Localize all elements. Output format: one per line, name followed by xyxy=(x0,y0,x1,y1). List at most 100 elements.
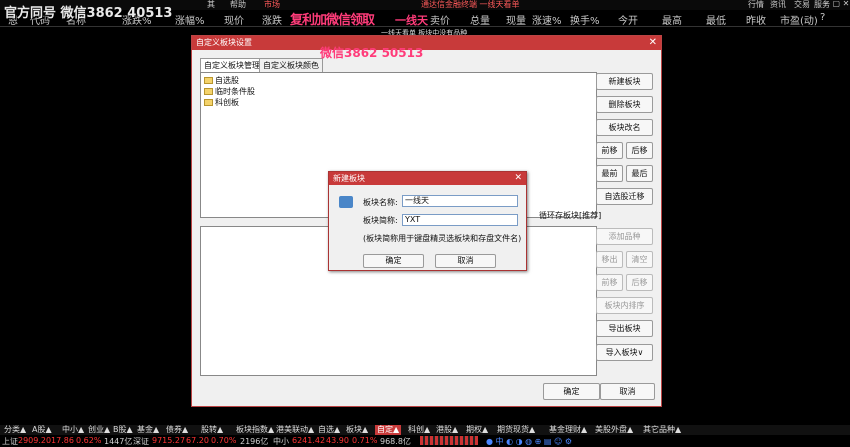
tab-bond[interactable]: 债券▲ xyxy=(166,425,188,435)
ok-button[interactable]: 确定 xyxy=(543,383,600,400)
col-cur-volume[interactable]: 现量 xyxy=(506,12,526,27)
tree-item[interactable]: 自选股 xyxy=(204,75,239,86)
sz-amount: 2196亿 xyxy=(240,437,269,446)
name-label: 板块名称: xyxy=(363,198,398,207)
folder-icon xyxy=(339,196,353,208)
tab-b-share[interactable]: B股▲ xyxy=(113,425,133,435)
tab-futures[interactable]: 期货现货▲ xyxy=(497,425,535,435)
folder-icon xyxy=(204,88,213,95)
col-price[interactable]: 现价 xyxy=(224,12,244,27)
folder-icon xyxy=(204,77,213,84)
watermark-middle: 复利加微信领取 xyxy=(290,13,375,28)
rename-block-button[interactable]: 板块改名 xyxy=(596,119,653,136)
block-name-input[interactable]: 一线天 xyxy=(402,195,518,207)
tree-item[interactable]: 临时条件股 xyxy=(204,86,255,97)
col-change[interactable]: 涨跌 xyxy=(262,12,282,27)
zx-value: 6241.42 xyxy=(292,436,326,445)
market-strength-bar xyxy=(420,436,478,445)
menu-fragment[interactable]: 其 xyxy=(207,0,215,10)
status-icons[interactable]: ● 中 ◐ ◑ ◍ ⊕ ▤ ☺ ⚙ xyxy=(486,436,572,447)
menu-quotes[interactable]: 行情 xyxy=(748,0,764,10)
menu-help[interactable]: 帮助 xyxy=(230,0,246,10)
clear-button[interactable]: 清空 xyxy=(626,251,653,268)
delete-block-button[interactable]: 删除板块 xyxy=(596,96,653,113)
tab-a-share[interactable]: A股▲ xyxy=(32,425,52,435)
tab-block-color[interactable]: 自定义板块颜色 xyxy=(259,58,323,72)
category-tab-bar: 分类▲ A股▲ 中小▲ 创业▲ B股▲ 基金▲ 债券▲ 股转▲ 板块指数▲ 港美… xyxy=(0,425,850,435)
watermark-main: 官方同号 微信3862 40513 xyxy=(4,6,173,21)
tab-custom[interactable]: 自定▲ xyxy=(375,425,402,435)
export-block-button[interactable]: 导出板块 xyxy=(596,320,653,337)
col-turnover[interactable]: 换手% xyxy=(570,12,600,27)
new-block-button[interactable]: 新建板块 xyxy=(596,73,653,90)
close-icon[interactable]: ✕ xyxy=(649,36,657,50)
tab-wealth[interactable]: 基金理财▲ xyxy=(549,425,587,435)
tab-neeq[interactable]: 股转▲ xyxy=(201,425,223,435)
col-amplitude[interactable]: 涨幅% xyxy=(175,12,205,27)
window-controls[interactable]: — ▢ ✕ xyxy=(822,0,849,9)
tab-hk[interactable]: 港股▲ xyxy=(436,425,458,435)
short-label: 板块简称: xyxy=(363,216,398,225)
col-low[interactable]: 最低 xyxy=(706,12,726,27)
sz-pct: 0.70% xyxy=(211,436,237,445)
tab-fund[interactable]: 基金▲ xyxy=(137,425,159,435)
zx-pct: 0.71% xyxy=(352,436,378,445)
tab-gem[interactable]: 创业▲ xyxy=(88,425,110,435)
save-hint[interactable]: 循环存板块[推荐] xyxy=(539,210,601,221)
cancel-button[interactable]: 取消 xyxy=(600,383,655,400)
block-short-input[interactable]: YXT xyxy=(402,214,518,226)
move-top-button[interactable]: 最前 xyxy=(596,165,623,182)
sub-cancel-button[interactable]: 取消 xyxy=(435,254,496,268)
tab-sme[interactable]: 中小▲ xyxy=(62,425,84,435)
move-prev-button[interactable]: 前移 xyxy=(596,142,623,159)
sh-change: 17.86 xyxy=(51,436,74,445)
tab-category[interactable]: 分类▲ xyxy=(4,425,26,435)
add-stock-button[interactable]: 添加品种 xyxy=(596,228,653,245)
col-open[interactable]: 今开 xyxy=(618,12,638,27)
move-next-button[interactable]: 后移 xyxy=(626,142,653,159)
tab-options[interactable]: 期权▲ xyxy=(466,425,488,435)
folder-icon xyxy=(204,99,213,106)
watermark-sub: 微信3862 50513 xyxy=(320,46,424,60)
tab-us-stocks[interactable]: 美股外盘▲ xyxy=(595,425,633,435)
tab-other[interactable]: 其它品种▲ xyxy=(643,425,681,435)
tab-star-market[interactable]: 科创▲ xyxy=(408,425,430,435)
menu-news[interactable]: 资讯 xyxy=(770,0,786,10)
zx-change: 43.90 xyxy=(326,436,349,445)
move-bottom-button[interactable]: 最后 xyxy=(626,165,653,182)
short-note: (板块简称用于键盘精灵选板块和存盘文件名) xyxy=(363,234,522,243)
col-high[interactable]: 最高 xyxy=(662,12,682,27)
col-ask[interactable]: 卖价 xyxy=(430,12,450,27)
tab-sector-index[interactable]: 板块指数▲ xyxy=(236,425,274,435)
tab-block-manage[interactable]: 自定义板块管理 xyxy=(200,58,264,73)
sort-in-block-button[interactable]: 板块内排序 xyxy=(596,297,653,314)
menu-market[interactable]: 市场 xyxy=(264,0,280,10)
col-speed[interactable]: 涨速% xyxy=(532,12,562,27)
tab-hk-us-link[interactable]: 港美联动▲ xyxy=(276,425,314,435)
sh-amount: 1447亿 xyxy=(104,437,133,446)
col-prev-close[interactable]: 昨收 xyxy=(746,12,766,27)
sh-label: 上证 xyxy=(2,437,18,446)
dialog-title: 自定义板块设置 xyxy=(192,36,661,50)
sh-pct: 0.62% xyxy=(76,436,102,445)
subdialog-title: 新建板块 xyxy=(329,172,526,185)
migrate-watchlist-button[interactable]: 自选股迁移 xyxy=(596,188,653,205)
col-pe[interactable]: 市盈(动) xyxy=(780,12,818,27)
tree-item[interactable]: 科创板 xyxy=(204,97,239,108)
menu-trading[interactable]: 交易 xyxy=(794,0,810,10)
sz-label: 深证 xyxy=(133,437,149,446)
sz-change: 67.20 xyxy=(186,436,209,445)
stock-up-button[interactable]: 前移 xyxy=(596,274,623,291)
sz-value: 9715.27 xyxy=(152,436,186,445)
stock-down-button[interactable]: 后移 xyxy=(626,274,653,291)
sub-ok-button[interactable]: 确定 xyxy=(363,254,424,268)
index-ticker: 上证 2909.20 17.86 0.62% 1447亿 深证 9715.27 … xyxy=(0,435,850,446)
import-block-button[interactable]: 导入板块∨ xyxy=(596,344,653,361)
tab-watchlist[interactable]: 自选▲ xyxy=(318,425,340,435)
remove-stock-button[interactable]: 移出 xyxy=(596,251,623,268)
tab-block[interactable]: 板块▲ xyxy=(346,425,368,435)
close-icon[interactable]: ✕ xyxy=(514,172,522,185)
zx-amount: 968.8亿 xyxy=(380,437,411,446)
col-more[interactable]: ? xyxy=(820,12,825,23)
col-volume[interactable]: 总量 xyxy=(470,12,490,27)
